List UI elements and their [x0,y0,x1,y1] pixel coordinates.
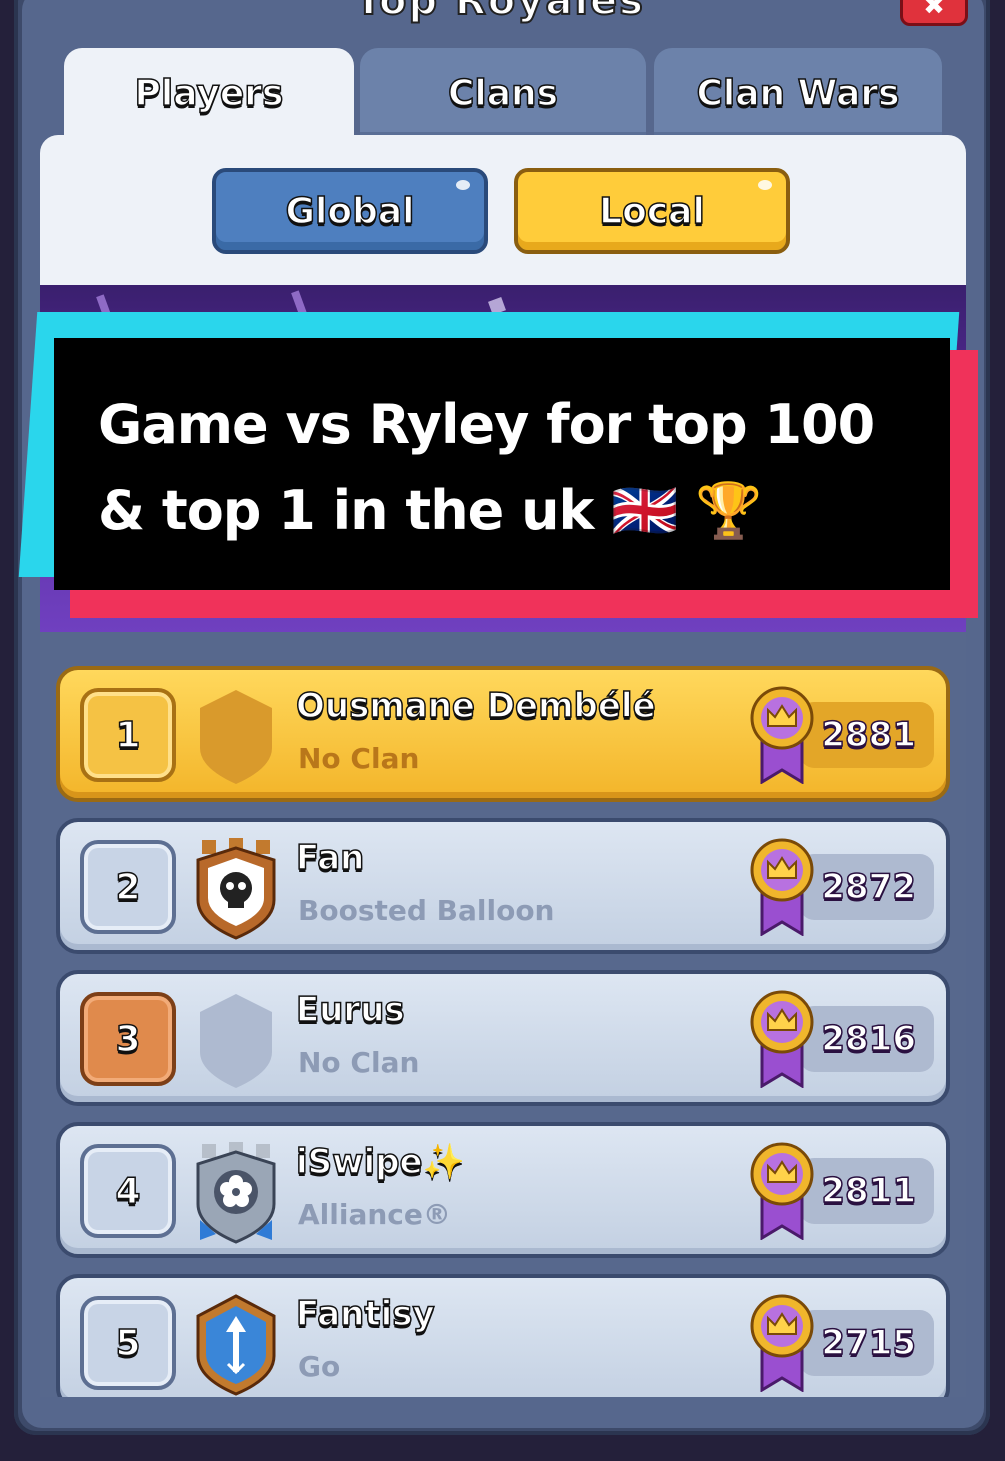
tab-clan-wars-label: Clan Wars [696,72,901,115]
skull-clan-badge-icon [196,838,276,940]
leaderboard-row[interactable]: 4 iSwipe✨ Alliance® 2811 [56,1122,950,1258]
caption-line-2: & top 1 in the uk 🇬🇧 🏆 [98,479,763,542]
arrow-clan-badge-icon [196,1294,276,1396]
player-clan: Boosted Balloon [298,894,555,927]
leaderboard-list[interactable]: 1 Ousmane Dembélé No Clan 2881 2 Fan Boo… [40,632,966,1397]
close-button[interactable]: ✖ [900,0,968,26]
leaderboard-row[interactable]: 1 Ousmane Dembélé No Clan 2881 [56,666,950,802]
rank-badge: 1 [80,688,176,782]
crown-medal-icon [750,686,814,784]
tab-clans-label: Clans [447,72,559,115]
global-button[interactable]: Global [212,168,488,254]
video-caption: Game vs Ryley for top 100 & top 1 in the… [54,338,950,590]
player-clan: No Clan [298,742,420,775]
tab-players-label: Players [134,72,284,115]
crown-medal-icon [750,838,814,936]
empty-clan-shield-icon [200,994,272,1088]
trophy-count: 2872 [800,854,934,920]
leaderboard-row[interactable]: 2 Fan Boosted Balloon 2872 [56,818,950,954]
empty-clan-shield-gold-icon [200,690,272,784]
tab-players[interactable]: Players [64,48,354,138]
local-button-label: Local [598,190,705,233]
local-button[interactable]: Local [514,168,790,254]
player-name: Ousmane Dembélé [295,685,656,727]
player-name: Fantisy [295,1293,435,1335]
trophy-count: 2881 [800,702,934,768]
trophy-count: 2816 [800,1006,934,1072]
global-button-label: Global [285,190,416,233]
trophy-count: 2715 [800,1310,934,1376]
rank-badge: 2 [80,840,176,934]
player-clan: Go [298,1350,341,1383]
rank-badge: 4 [80,1144,176,1238]
player-name: Fan [295,837,365,879]
filter-area [40,135,966,295]
leaderboard-row[interactable]: 3 Eurus No Clan 2816 [56,970,950,1106]
tab-clans[interactable]: Clans [360,48,646,138]
player-name: iSwipe✨ [295,1141,465,1183]
player-clan: No Clan [298,1046,420,1079]
player-name: Eurus [295,989,405,1031]
page-title: Top Royales [354,0,645,25]
close-icon: ✖ [923,0,945,21]
player-clan: Alliance® [298,1198,451,1231]
flower-clan-badge-icon [196,1142,276,1244]
trophy-count: 2811 [800,1158,934,1224]
caption-line-1: Game vs Ryley for top 100 [98,393,875,456]
rank-badge: 5 [80,1296,176,1390]
rank-badge: 3 [80,992,176,1086]
leaderboard-row[interactable]: 5 Fantisy Go 2715 [56,1274,950,1397]
crown-medal-icon [750,990,814,1088]
crown-medal-icon [750,1294,814,1392]
crown-medal-icon [750,1142,814,1240]
tab-clan-wars[interactable]: Clan Wars [654,48,942,138]
